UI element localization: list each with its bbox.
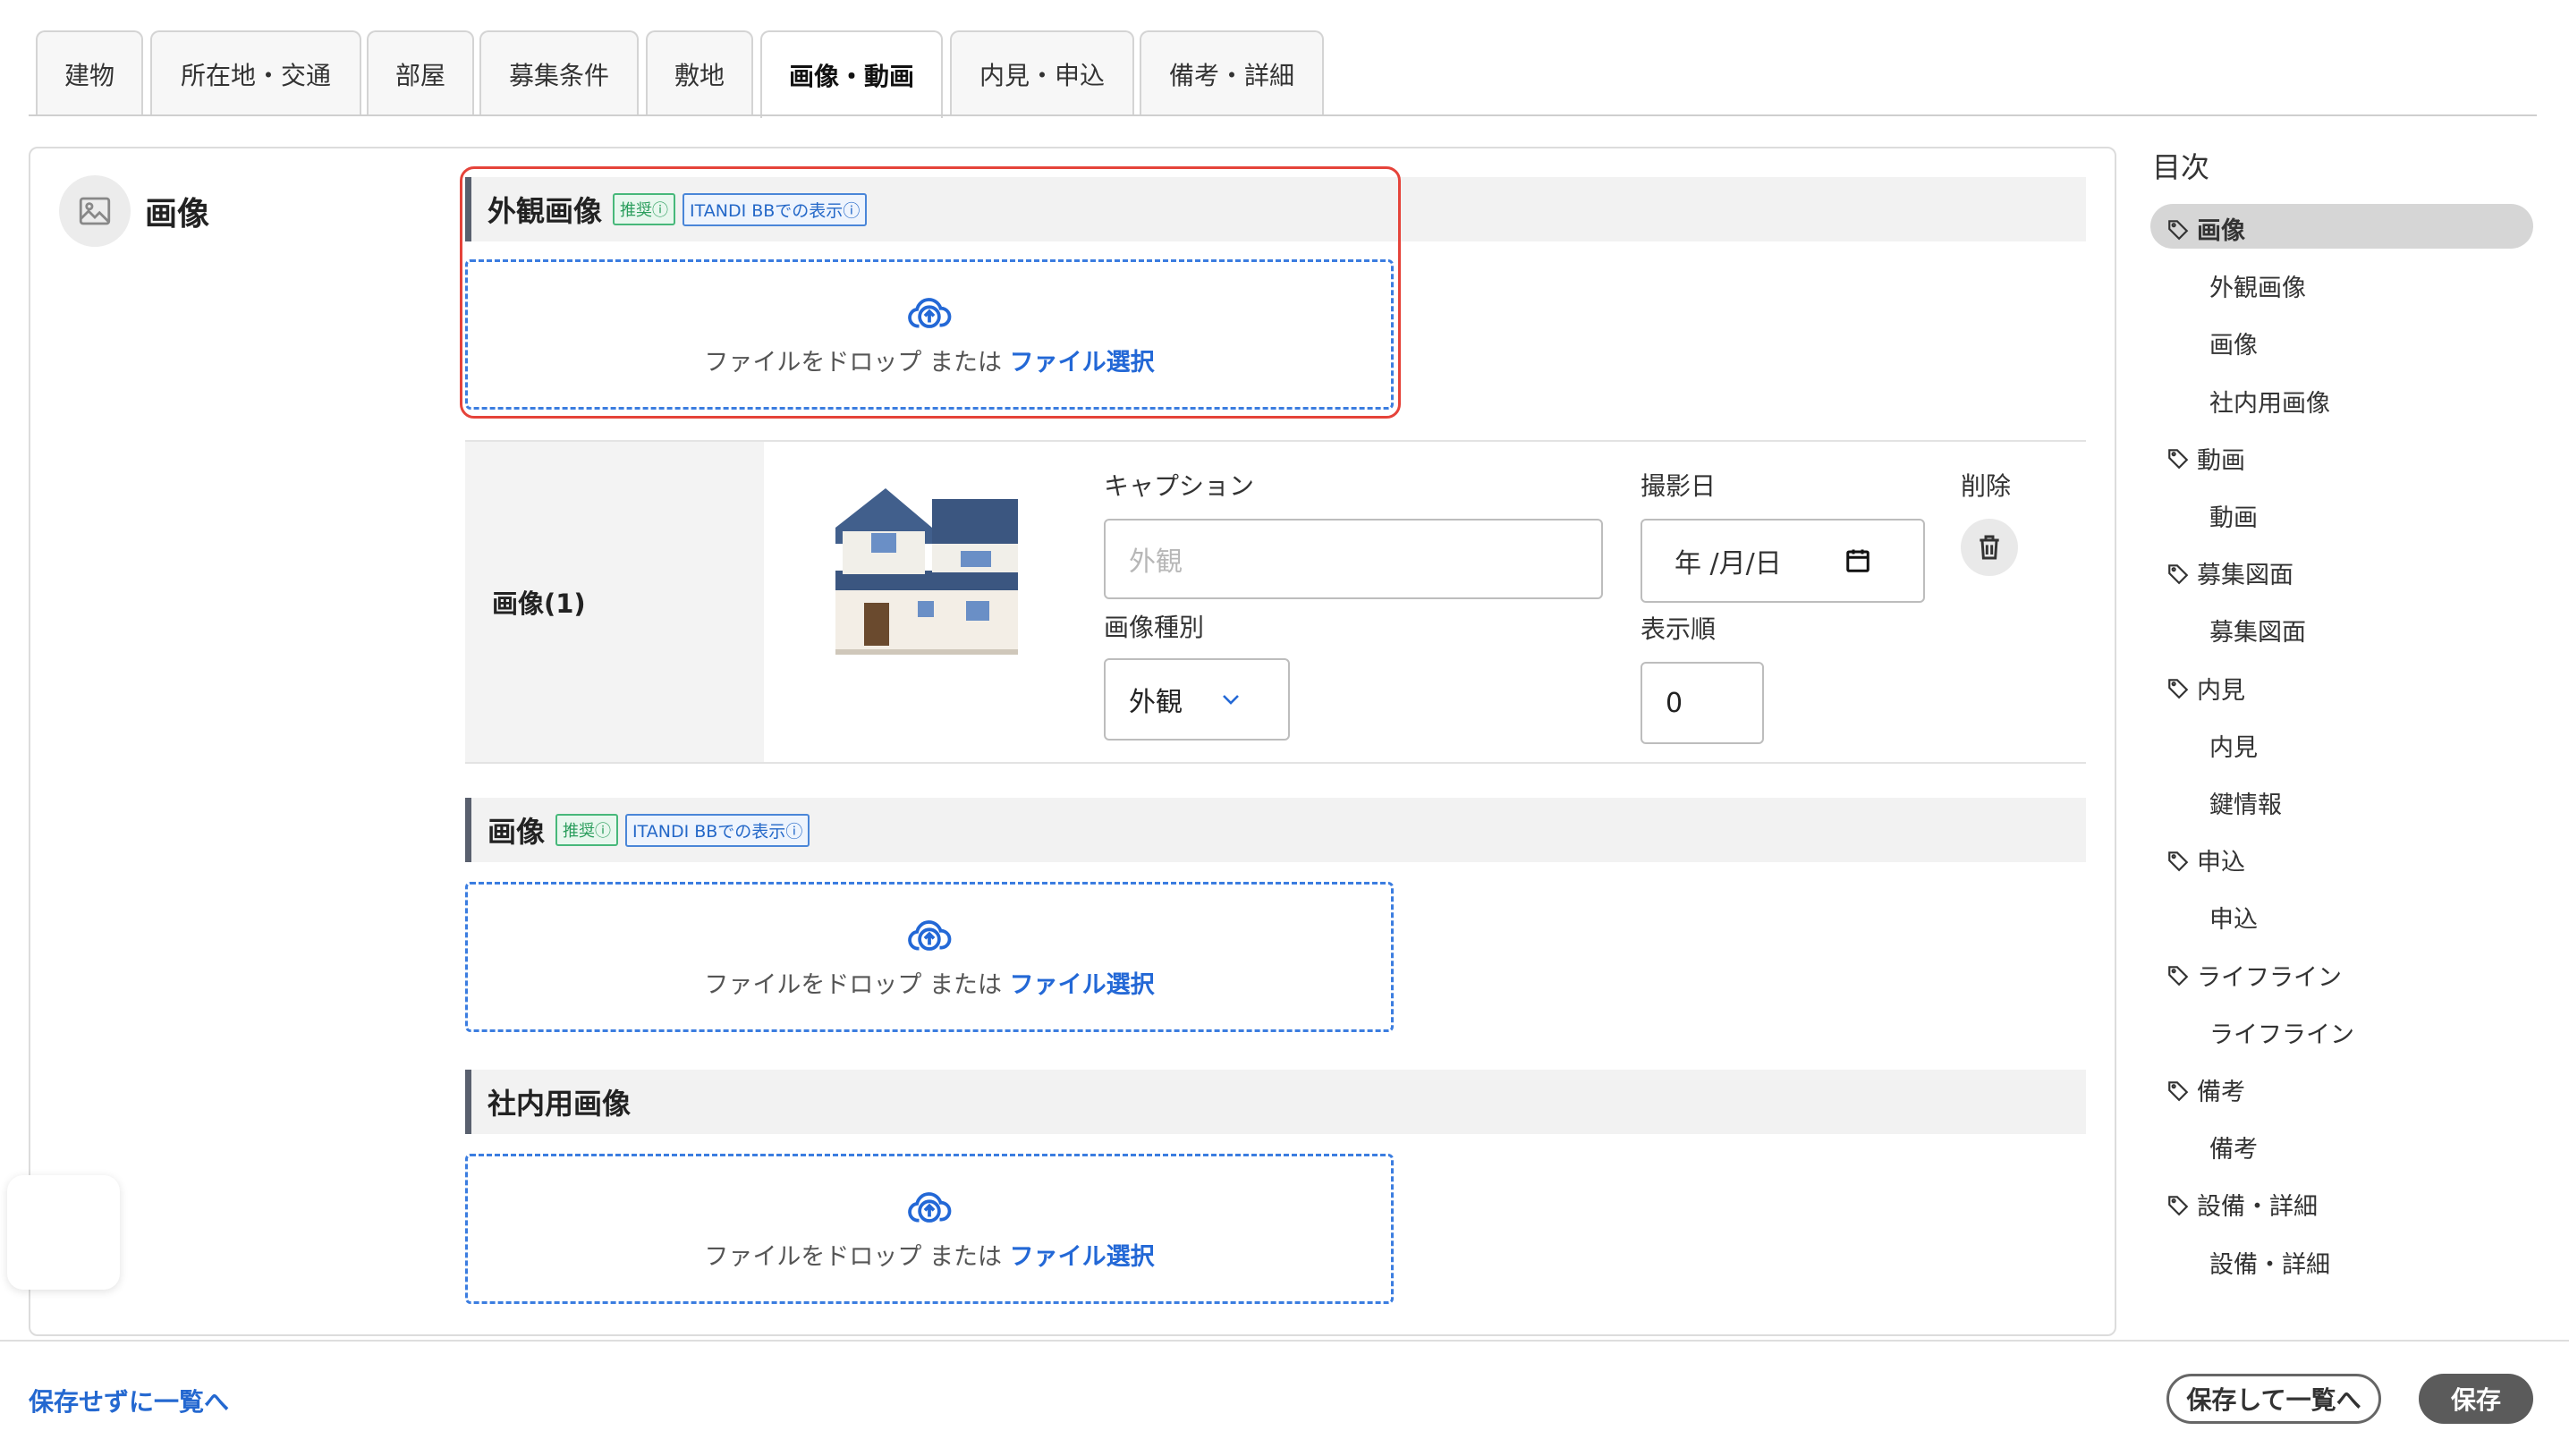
internal-images-title: 社内用画像 [488,1087,632,1121]
tag-icon [2168,1196,2189,1216]
dropzone-text: ファイルをドロップ または [704,1242,1002,1271]
file-select-link[interactable]: ファイル選択 [1010,971,1155,999]
display-order-label: 表示順 [1641,614,1717,644]
toc-item-label: 募集図面 [2197,562,2293,590]
toc-item[interactable]: 社内用画像 [2209,384,2330,419]
toc-item-label: 外観画像 [2209,275,2306,303]
toc-item[interactable]: 鍵情報 [2209,785,2282,820]
dropzone-text: ファイルをドロップ または [704,970,1002,999]
upload-cloud-icon [908,1191,952,1223]
images-header: 画像 推奨ⓘ ITANDI BBでの表示ⓘ [465,798,2086,862]
back-without-saving-link[interactable]: 保存せずに一覧へ [29,1383,229,1418]
tab-viewing-application[interactable]: 内見・申込 [950,30,1134,116]
toc-item[interactable]: 内見 [2209,728,2258,763]
tab-conditions[interactable]: 募集条件 [479,30,639,116]
internal-images-header: 社内用画像 [465,1070,2086,1134]
toc-item-label: 申込 [2197,849,2245,877]
recommend-badge[interactable]: 推奨ⓘ [555,814,619,846]
itandi-display-badge[interactable]: ITANDI BBでの表示ⓘ [625,813,810,847]
toc-item[interactable]: 申込 [2209,900,2258,935]
toc-item-label: 備考 [2209,1136,2258,1164]
tab-remarks-details[interactable]: 備考・詳細 [1140,30,1324,116]
image-row-label: 画像(1) [465,442,764,762]
toc-item[interactable]: 内見 [2166,671,2245,706]
tab-location[interactable]: 所在地・交通 [150,30,361,116]
tab-images-videos[interactable]: 画像・動画 [760,30,943,118]
trash-icon [1980,535,1999,560]
toc-item[interactable]: 動画 [2209,498,2258,533]
file-select-link[interactable]: ファイル選択 [1010,1243,1155,1271]
toc-item[interactable]: 募集図面 [2209,613,2306,648]
toc-item-label: 画像 [2197,217,2245,245]
toc-item[interactable]: ライフライン [2166,958,2342,993]
image-icon [59,175,131,247]
toc-item-label: 募集図面 [2209,619,2306,648]
toc-item[interactable]: ライフライン [2209,1015,2354,1050]
toc-item[interactable]: 外観画像 [2209,268,2306,303]
toc-item-label: 設備・詳細 [2209,1250,2330,1279]
toc-item[interactable]: 募集図面 [2166,555,2293,590]
tag-icon [2168,563,2189,585]
toc-item-label: 設備・詳細 [2197,1193,2318,1222]
delete-button[interactable] [1961,519,2018,576]
image-type-label: 画像種別 [1104,613,1205,642]
toc-item[interactable]: 申込 [2166,842,2245,877]
images-title: 画像 [488,815,546,849]
calendar-icon[interactable] [1844,547,1871,574]
images-dropzone[interactable]: ファイルをドロップ または ファイル選択 [465,882,1394,1032]
section-title: 画像 [145,196,210,233]
display-order-input[interactable]: 0 [1641,662,1764,744]
shooting-date-label: 撮影日 [1641,471,1717,501]
toc-item-label: 内見 [2197,676,2245,705]
tab-site[interactable]: 敷地 [646,30,753,116]
floating-widget[interactable] [7,1175,120,1290]
toc-item-label: 社内用画像 [2209,389,2330,418]
toc-item-label: 備考 [2197,1079,2245,1106]
internal-images-dropzone[interactable]: ファイルをドロップ または ファイル選択 [465,1154,1394,1304]
toc-item-label: ライフライン [2197,963,2342,992]
toc-item[interactable]: 設備・詳細 [2166,1187,2318,1222]
tag-icon [2168,219,2189,240]
image-type-select[interactable]: 外観 [1104,658,1290,741]
toc-item[interactable]: 備考 [2209,1130,2258,1164]
toc-item[interactable]: 動画 [2166,441,2245,476]
upload-cloud-icon [908,919,952,951]
toc-item-label: 鍵情報 [2209,791,2282,819]
toc-item[interactable]: 画像 [2209,326,2258,360]
tag-icon [2168,966,2189,986]
tab-building[interactable]: 建物 [36,30,143,116]
toc-item[interactable]: 設備・詳細 [2209,1245,2330,1280]
toc-item[interactable]: 画像 [2166,211,2245,246]
tag-icon [2168,851,2189,872]
toc-item[interactable]: 備考 [2166,1072,2245,1107]
toc-item-label: 画像 [2209,332,2258,360]
tab-divider [29,114,2537,116]
save-button[interactable]: 保存 [2419,1374,2533,1424]
highlight-box [460,166,1401,419]
toc-item-label: 動画 [2197,446,2245,475]
caption-input[interactable]: 外観 [1104,519,1603,599]
footer-divider [0,1340,2569,1342]
house-thumbnail[interactable] [832,481,1022,656]
save-and-list-button[interactable]: 保存して一覧へ [2166,1374,2381,1424]
tag-icon [2168,449,2189,470]
toc-item-label: ライフライン [2209,1020,2354,1049]
toc-item-label: 申込 [2209,906,2258,935]
toc-item-label: 動画 [2209,504,2258,532]
toc-title: 目次 [2152,150,2210,184]
chevron-down-icon [1223,695,1239,705]
shooting-date-input[interactable]: 年 /月/日 [1641,519,1925,603]
tag-icon [2168,1080,2189,1101]
tab-room[interactable]: 部屋 [367,30,474,116]
toc-item-label: 内見 [2209,733,2258,762]
delete-label: 削除 [1961,471,2012,501]
tag-icon [2168,679,2189,699]
caption-label: キャプション [1104,471,1255,501]
